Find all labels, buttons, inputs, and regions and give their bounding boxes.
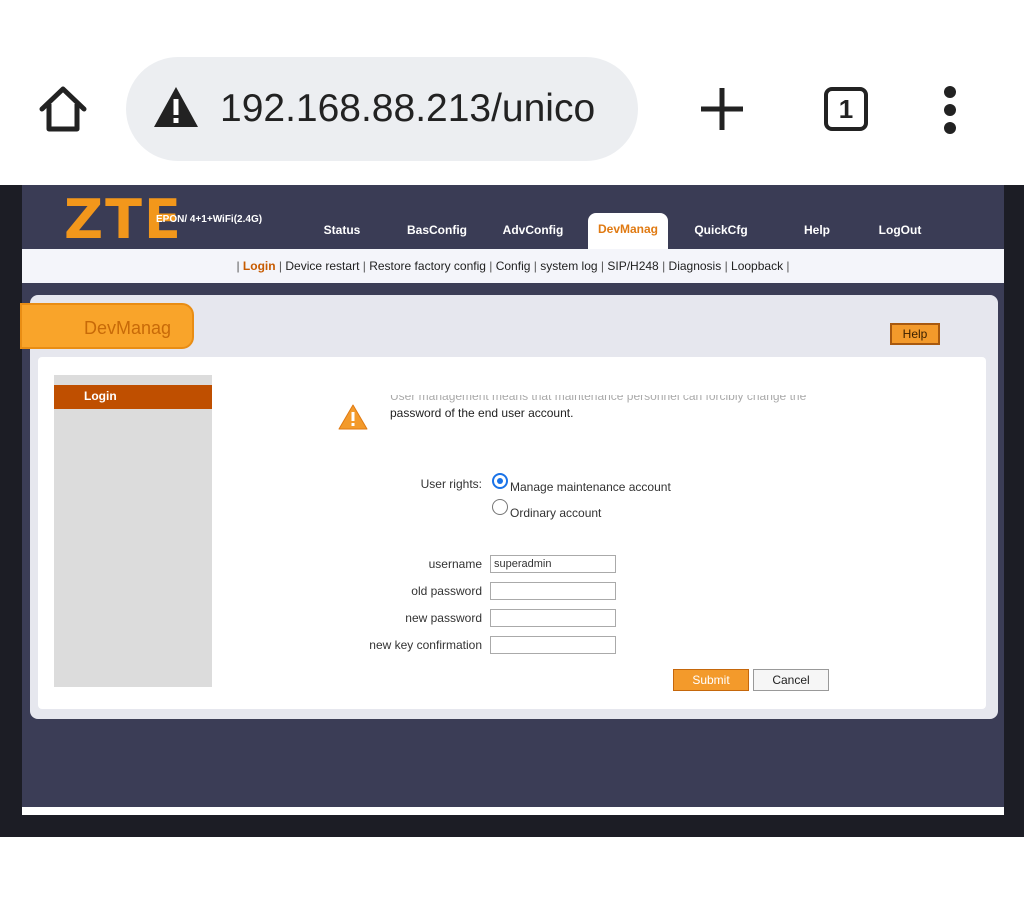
subnav-config[interactable]: Config — [496, 259, 531, 273]
nav-advconfig[interactable]: AdvConfig — [496, 219, 570, 241]
page-bottom-border — [22, 807, 1004, 815]
subnav-loopback[interactable]: Loopback — [731, 259, 783, 273]
router-admin-page: ZTE EPON/ 4+1+WiFi(2.4G) Status BasConfi… — [20, 185, 1004, 815]
more-vert-icon[interactable] — [938, 86, 964, 134]
page-title-tab: DevManag — [20, 303, 194, 349]
subnav-sip-h248[interactable]: SIP/H248 — [607, 259, 658, 273]
address-bar[interactable]: 192.168.88.213/unico — [126, 57, 638, 161]
notice-text: User management means that maintenance p… — [390, 395, 850, 422]
subnav-diagnosis[interactable]: Diagnosis — [669, 259, 722, 273]
nav-basconfig[interactable]: BasConfig — [402, 219, 472, 241]
username-label: username — [428, 557, 482, 571]
new-tab-plus-icon[interactable] — [697, 84, 747, 134]
notice-line-2: password of the end user account. — [390, 406, 574, 420]
main-panel: DevManag Help Login User management mean… — [20, 295, 998, 719]
warning-icon — [338, 404, 368, 430]
user-rights-label: User rights: — [420, 477, 482, 491]
subnav-login[interactable]: Login — [243, 259, 276, 273]
old-password-label: old password — [411, 584, 482, 598]
home-icon[interactable] — [36, 82, 90, 136]
url-text: 192.168.88.213/unico — [220, 87, 596, 130]
subnav-system-log[interactable]: system log — [540, 259, 597, 273]
router-header: ZTE EPON/ 4+1+WiFi(2.4G) Status BasConfi… — [22, 185, 1004, 251]
radio-manage-maintenance-label: Manage maintenance account — [510, 480, 671, 494]
notice-line-1: User management means that maintenance p… — [390, 395, 807, 403]
nav-devmanag[interactable]: DevManag — [588, 213, 668, 249]
browser-toolbar: 192.168.88.213/unico 1 — [0, 0, 1024, 185]
help-button[interactable]: Help — [890, 323, 940, 345]
old-password-input[interactable] — [490, 582, 616, 600]
subnav-restore-factory-config[interactable]: Restore factory config — [369, 259, 486, 273]
subnav-device-restart[interactable]: Device restart — [285, 259, 359, 273]
side-menu-login[interactable]: Login — [54, 385, 212, 409]
nav-logout[interactable]: LogOut — [870, 219, 930, 241]
radio-ordinary-account-label: Ordinary account — [510, 506, 602, 520]
cancel-button[interactable]: Cancel — [753, 669, 829, 691]
submit-button[interactable]: Submit — [673, 669, 749, 691]
side-menu: Login — [54, 375, 212, 687]
content-area: Login User management means that mainten… — [38, 357, 986, 709]
device-model: EPON/ 4+1+WiFi(2.4G) — [156, 214, 263, 225]
sub-navigation: | Login | Device restart | Restore facto… — [22, 249, 1004, 283]
not-secure-warning-icon[interactable] — [152, 85, 200, 129]
nav-quickcfg[interactable]: QuickCfg — [686, 219, 756, 241]
tab-count: 1 — [838, 94, 854, 124]
nav-help[interactable]: Help — [792, 219, 842, 241]
radio-manage-maintenance[interactable] — [492, 473, 508, 489]
confirm-password-input[interactable] — [490, 636, 616, 654]
new-password-label: new password — [405, 611, 482, 625]
username-input[interactable] — [490, 555, 616, 573]
nav-status[interactable]: Status — [312, 219, 372, 241]
new-password-input[interactable] — [490, 609, 616, 627]
radio-ordinary-account[interactable] — [492, 499, 508, 515]
tab-switcher-button[interactable]: 1 — [822, 85, 870, 133]
confirm-password-label: new key confirmation — [369, 638, 482, 652]
web-viewport: ZTE EPON/ 4+1+WiFi(2.4G) Status BasConfi… — [0, 185, 1024, 837]
